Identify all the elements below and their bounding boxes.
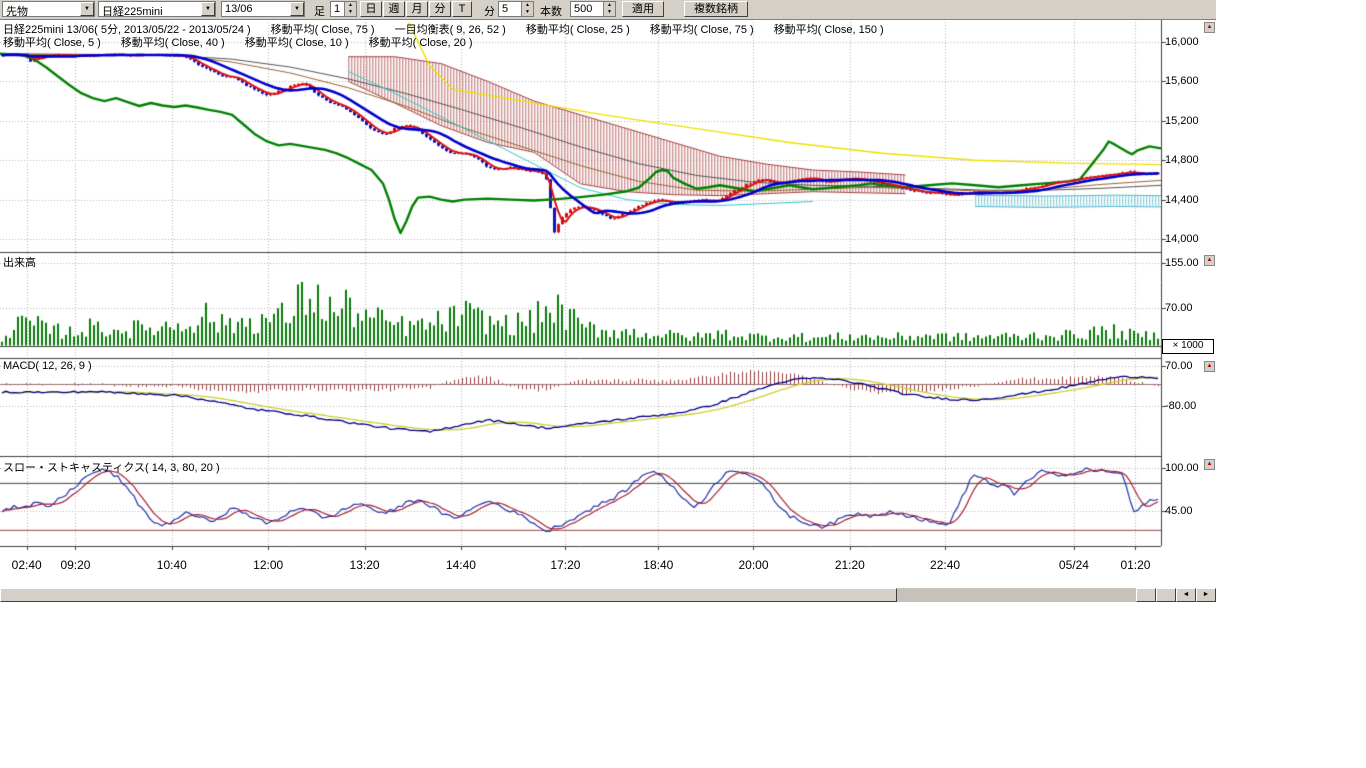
y-axis-label: 14,400 bbox=[1165, 194, 1213, 206]
minute-label: 分 bbox=[484, 3, 495, 19]
y-axis-label: 16,000 bbox=[1165, 36, 1213, 48]
x-axis-label: 17:20 bbox=[542, 558, 588, 572]
x-axis-label: 21:20 bbox=[827, 558, 873, 572]
instrument-category-select[interactable]: 先物 ▼ bbox=[2, 1, 95, 17]
contract-month-select[interactable]: 13/06 ▼ bbox=[221, 1, 305, 17]
price-scale-up-button[interactable]: ▲ bbox=[1204, 22, 1215, 33]
bar-count-label: 本数 bbox=[540, 3, 562, 19]
contract-month-value: 13/06 bbox=[225, 3, 253, 15]
dropdown-arrow-icon[interactable]: ▼ bbox=[80, 2, 94, 16]
horizontal-scrollbar[interactable]: ◄ ► bbox=[0, 588, 1216, 602]
macd-scale-up-button[interactable]: ▲ bbox=[1204, 361, 1215, 372]
toolbar: 先物 ▼ 日経225mini ▼ 13/06 ▼ 足 1 ▲▼ 日 週 月 分 … bbox=[0, 0, 1216, 20]
scroll-right-button[interactable]: ► bbox=[1196, 588, 1216, 602]
scrollbar-thumb[interactable] bbox=[0, 588, 897, 602]
y-axis-label: 70.00 bbox=[1165, 302, 1213, 314]
x-axis-label: 12:00 bbox=[245, 558, 291, 572]
symbol-select[interactable]: 日経225mini ▼ bbox=[98, 1, 216, 17]
spinner-arrows-icon[interactable]: ▲▼ bbox=[521, 2, 533, 16]
scrollbar-zoom-button-2[interactable] bbox=[1156, 588, 1176, 602]
x-axis-label: 20:00 bbox=[730, 558, 776, 572]
chart-header-line2: 移動平均( Close, 5 ) 移動平均( Close, 40 ) 移動平均(… bbox=[3, 34, 473, 50]
y-axis-label: 45.00 bbox=[1165, 505, 1213, 517]
x-axis-label: 14:40 bbox=[438, 558, 484, 572]
symbol-value: 日経225mini bbox=[102, 3, 163, 19]
y-axis-label: 15,600 bbox=[1165, 75, 1213, 87]
stochastics-panel-label: スロー・ストキャスティクス( 14, 3, 80, 20 ) bbox=[3, 459, 220, 475]
macd-panel-label: MACD( 12, 26, 9 ) bbox=[3, 360, 92, 372]
dropdown-arrow-icon[interactable]: ▼ bbox=[201, 2, 215, 16]
bar-count-value: 500 bbox=[574, 3, 592, 15]
period-tick-button[interactable]: T bbox=[452, 1, 472, 17]
x-axis-label: 01:20 bbox=[1112, 558, 1158, 572]
indicator-label-ma150: 移動平均( Close, 150 ) bbox=[774, 21, 884, 37]
multi-symbol-button[interactable]: 複数銘柄 bbox=[684, 1, 748, 17]
chart-application-window: 先物 ▼ 日経225mini ▼ 13/06 ▼ 足 1 ▲▼ 日 週 月 分 … bbox=[0, 0, 1366, 768]
indicator-label-ma75b: 移動平均( Close, 75 ) bbox=[650, 21, 754, 37]
x-axis-label: 09:20 bbox=[52, 558, 98, 572]
indicator-label-ma10: 移動平均( Close, 10 ) bbox=[245, 34, 349, 50]
y-axis-label: 14,800 bbox=[1165, 154, 1213, 166]
y-axis-label: -80.00 bbox=[1165, 400, 1213, 412]
apply-button[interactable]: 適用 bbox=[622, 1, 664, 17]
x-axis-label: 22:40 bbox=[922, 558, 968, 572]
minute-spinner[interactable]: 5 ▲▼ bbox=[498, 1, 534, 17]
spinner-arrows-icon[interactable]: ▲▼ bbox=[344, 2, 356, 16]
x-axis-label: 05/24 bbox=[1051, 558, 1097, 572]
bar-type-label: 足 bbox=[314, 3, 325, 19]
period-minute-button[interactable]: 分 bbox=[429, 1, 451, 17]
indicator-label-ma5: 移動平均( Close, 5 ) bbox=[3, 34, 101, 50]
bar-type-value: 1 bbox=[334, 3, 340, 15]
indicator-label-ma25: 移動平均( Close, 25 ) bbox=[526, 21, 630, 37]
period-day-button[interactable]: 日 bbox=[360, 1, 382, 17]
x-axis-label: 10:40 bbox=[149, 558, 195, 572]
volume-scale-up-button[interactable]: ▲ bbox=[1204, 255, 1215, 266]
indicator-label-ma40: 移動平均( Close, 40 ) bbox=[121, 34, 225, 50]
stochastics-scale-up-button[interactable]: ▲ bbox=[1204, 459, 1215, 470]
scrollbar-zoom-button-1[interactable] bbox=[1136, 588, 1156, 602]
y-axis-label: 15,200 bbox=[1165, 115, 1213, 127]
y-axis-label: 14,000 bbox=[1165, 233, 1213, 245]
spinner-arrows-icon[interactable]: ▲▼ bbox=[603, 2, 615, 16]
period-week-button[interactable]: 週 bbox=[383, 1, 405, 17]
x-axis-label: 02:40 bbox=[4, 558, 50, 572]
x-axis-label: 18:40 bbox=[635, 558, 681, 572]
volume-unit-box: × 1000 bbox=[1162, 339, 1214, 354]
period-month-button[interactable]: 月 bbox=[406, 1, 428, 17]
dropdown-arrow-icon[interactable]: ▼ bbox=[290, 2, 304, 16]
scroll-left-button[interactable]: ◄ bbox=[1176, 588, 1196, 602]
instrument-category-value: 先物 bbox=[6, 3, 28, 19]
x-axis-label: 13:20 bbox=[342, 558, 388, 572]
bar-type-spinner[interactable]: 1 ▲▼ bbox=[330, 1, 357, 17]
indicator-label-ma20: 移動平均( Close, 20 ) bbox=[369, 34, 473, 50]
volume-panel-label: 出来高 bbox=[3, 254, 36, 270]
minute-value: 5 bbox=[502, 3, 508, 15]
chart-canvas[interactable] bbox=[0, 19, 1216, 586]
bar-count-spinner[interactable]: 500 ▲▼ bbox=[570, 1, 616, 17]
